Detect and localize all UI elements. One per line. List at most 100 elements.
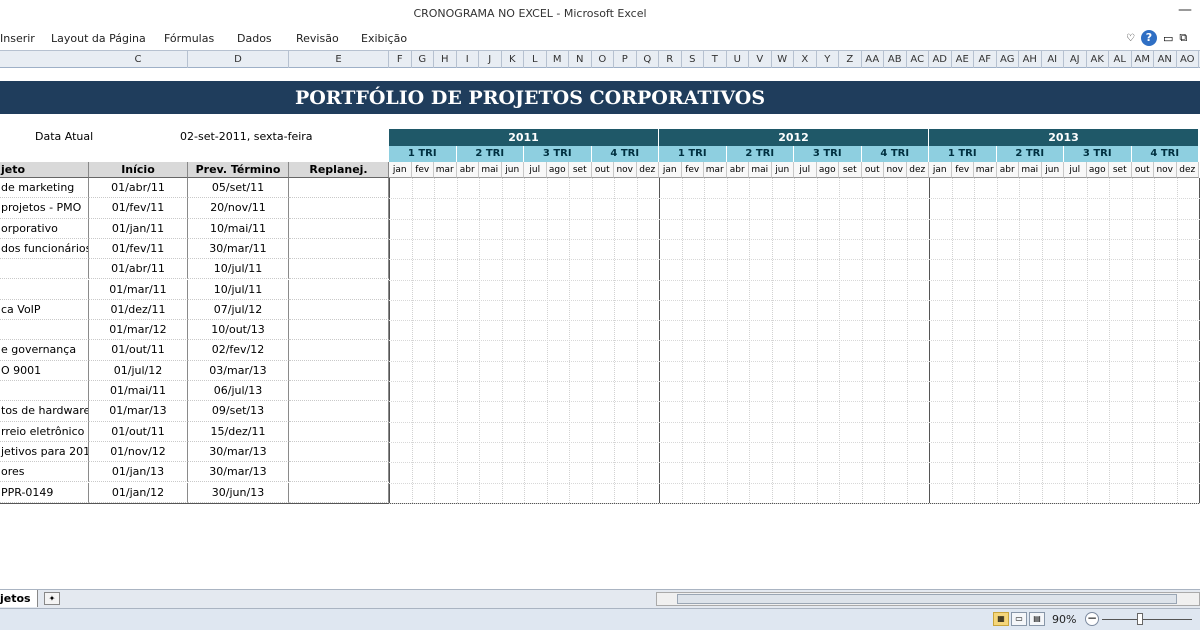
column-header-h[interactable]: H <box>434 51 457 68</box>
scrollbar-thumb[interactable] <box>677 594 1177 604</box>
column-header-w[interactable]: W <box>772 51 794 68</box>
column-header-am[interactable]: AM <box>1132 51 1154 68</box>
cell-start-date[interactable]: 01/dez/11 <box>89 299 188 321</box>
cell-end-date[interactable]: 10/mai/11 <box>188 218 289 239</box>
column-header-c[interactable]: C <box>89 51 188 68</box>
cell-project[interactable]: jetivos para 2013 <box>0 441 89 463</box>
cell-end-date[interactable]: 07/jul/12 <box>188 299 289 321</box>
cell-start-date[interactable]: 01/fev/11 <box>89 198 188 219</box>
column-header-r[interactable]: R <box>659 51 682 68</box>
column-header-ai[interactable]: AI <box>1042 51 1064 68</box>
page-layout-view-icon[interactable]: ▭ <box>1011 612 1027 626</box>
column-header-n[interactable]: N <box>569 51 592 68</box>
cell-end-date[interactable]: 06/jul/13 <box>188 381 289 402</box>
cell-replan[interactable] <box>289 198 389 219</box>
column-header-q[interactable]: Q <box>637 51 659 68</box>
cell-end-date[interactable]: 10/jul/11 <box>188 279 289 300</box>
cell-replan[interactable] <box>289 462 389 483</box>
tab-exibicao[interactable]: Exibição <box>361 32 407 45</box>
column-header-af[interactable]: AF <box>974 51 997 68</box>
cell-start-date[interactable]: 01/mar/12 <box>89 320 188 341</box>
normal-view-icon[interactable]: ▦ <box>993 612 1009 626</box>
cell-project[interactable]: orporativo <box>0 218 89 239</box>
cell-start-date[interactable]: 01/out/11 <box>89 340 188 361</box>
cell-end-date[interactable]: 10/out/13 <box>188 320 289 341</box>
cell-replan[interactable] <box>289 259 389 280</box>
cell-replan[interactable] <box>289 401 389 422</box>
column-header-g[interactable]: G <box>412 51 434 68</box>
tab-layout[interactable]: Layout da Página <box>51 32 146 45</box>
insert-sheet-icon[interactable]: ✦ <box>44 592 60 605</box>
cell-replan[interactable] <box>289 178 389 199</box>
column-header-u[interactable]: U <box>727 51 749 68</box>
restore-workbook-icon[interactable]: ⧉ <box>1179 31 1187 45</box>
worksheet[interactable]: PORTFÓLIO DE PROJETOS CORPORATIVOS Data … <box>0 68 1200 588</box>
column-header-m[interactable]: M <box>547 51 569 68</box>
page-break-view-icon[interactable]: ▤ <box>1029 612 1045 626</box>
column-header-x[interactable]: X <box>794 51 817 68</box>
cell-project[interactable]: e governança <box>0 340 89 361</box>
column-header-aa[interactable]: AA <box>862 51 884 68</box>
zoom-level[interactable]: 90% <box>1052 613 1076 626</box>
cell-end-date[interactable]: 30/jun/13 <box>188 482 289 503</box>
column-header-an[interactable]: AN <box>1154 51 1177 68</box>
cell-replan[interactable] <box>289 218 389 239</box>
column-header-s[interactable]: S <box>682 51 704 68</box>
column-header-al[interactable]: AL <box>1109 51 1132 68</box>
cell-project[interactable]: dos funcionários <box>0 238 89 260</box>
cell-start-date[interactable]: 01/abr/11 <box>89 259 188 280</box>
cell-start-date[interactable]: 01/jan/13 <box>89 462 188 483</box>
tab-formulas[interactable]: Fórmulas <box>164 32 214 45</box>
column-header-ae[interactable]: AE <box>952 51 974 68</box>
cell-end-date[interactable]: 09/set/13 <box>188 401 289 422</box>
cell-start-date[interactable]: 01/jan/12 <box>89 482 188 503</box>
column-header-t[interactable]: T <box>704 51 727 68</box>
cell-project[interactable]: ores <box>0 462 89 483</box>
cell-replan[interactable] <box>289 238 389 260</box>
cell-end-date[interactable]: 30/mar/13 <box>188 441 289 463</box>
cell-end-date[interactable]: 03/mar/13 <box>188 360 289 381</box>
cell-project[interactable] <box>0 320 89 341</box>
cell-end-date[interactable]: 30/mar/13 <box>188 462 289 483</box>
column-header-p[interactable]: P <box>614 51 637 68</box>
cell-start-date[interactable]: 01/jul/12 <box>89 360 188 381</box>
cell-start-date[interactable]: 01/abr/11 <box>89 178 188 199</box>
tab-revisao[interactable]: Revisão <box>296 32 339 45</box>
cell-start-date[interactable]: 01/mar/13 <box>89 401 188 422</box>
cell-end-date[interactable]: 20/nov/11 <box>188 198 289 219</box>
cell-end-date[interactable]: 30/mar/11 <box>188 238 289 260</box>
cell-project[interactable]: rreio eletrônico <box>0 421 89 442</box>
column-header-k[interactable]: K <box>502 51 524 68</box>
cell-replan[interactable] <box>289 299 389 321</box>
horizontal-scrollbar[interactable] <box>656 592 1200 606</box>
column-header-i[interactable]: I <box>457 51 479 68</box>
cell-replan[interactable] <box>289 320 389 341</box>
column-header-ah[interactable]: AH <box>1019 51 1042 68</box>
cell-replan[interactable] <box>289 441 389 463</box>
cell-project[interactable]: PPR-0149 <box>0 482 89 503</box>
zoom-out-icon[interactable]: − <box>1085 612 1099 626</box>
minimize-workbook-icon[interactable]: ▭ <box>1163 32 1173 45</box>
cell-start-date[interactable]: 01/mai/11 <box>89 381 188 402</box>
column-header-aj[interactable]: AJ <box>1064 51 1087 68</box>
column-header-ag[interactable]: AG <box>997 51 1019 68</box>
column-header-j[interactable]: J <box>479 51 502 68</box>
cell-project[interactable]: projetos - PMO <box>0 198 89 219</box>
column-header-e[interactable]: E <box>289 51 389 68</box>
column-header-ad[interactable]: AD <box>929 51 952 68</box>
zoom-slider-thumb[interactable] <box>1137 613 1143 625</box>
cell-project[interactable] <box>0 381 89 402</box>
zoom-slider[interactable] <box>1102 619 1192 620</box>
cell-start-date[interactable]: 01/nov/12 <box>89 441 188 463</box>
cell-end-date[interactable]: 15/dez/11 <box>188 421 289 442</box>
help-icon[interactable]: ? <box>1140 30 1157 46</box>
column-header-y[interactable]: Y <box>817 51 839 68</box>
tab-dados[interactable]: Dados <box>237 32 272 45</box>
column-header-ak[interactable]: AK <box>1087 51 1109 68</box>
minimize-icon[interactable]: — <box>1178 2 1192 18</box>
cell-project[interactable]: de marketing <box>0 178 89 199</box>
column-header-ab[interactable]: AB <box>884 51 907 68</box>
column-header-d[interactable]: D <box>188 51 289 68</box>
cell-replan[interactable] <box>289 360 389 381</box>
cell-end-date[interactable]: 10/jul/11 <box>188 259 289 280</box>
